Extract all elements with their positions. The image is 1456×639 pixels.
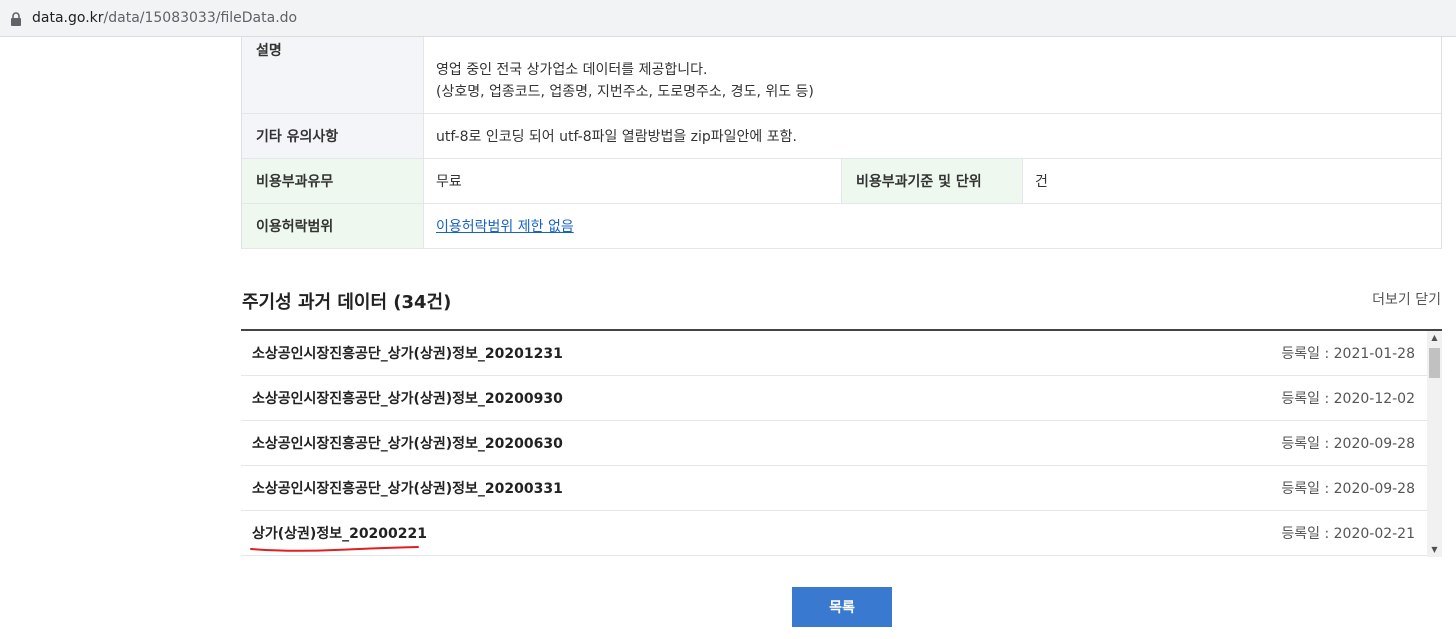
history-item-name[interactable]: 소상공인시장진흥공단_상가(상권)정보_20200930 (252, 388, 563, 408)
meta-row-fee: 비용부과유무 무료 비용부과기준 및 단위 건 (242, 159, 1441, 204)
history-item-name[interactable]: 소상공인시장진흥공단_상가(상권)정보_20200331 (252, 478, 563, 498)
url-path: /data/15083033/fileData.do (103, 10, 298, 26)
history-item-name[interactable]: 소상공인시장진흥공단_상가(상권)정보_20200630 (252, 433, 563, 453)
description-line: (상호명, 업종코드, 업종명, 지번주소, 도로명주소, 경도, 위도 등) (436, 84, 814, 100)
history-item-date: 등록일 : 2020-09-28 (1281, 481, 1415, 497)
meta-label-fee-basis: 비용부과기준 및 단위 (842, 159, 1023, 203)
meta-label-license: 이용허락범위 (242, 204, 424, 248)
list-item[interactable]: 상가(상권)정보_20200221 등록일 : 2020-02-21 (241, 511, 1442, 556)
history-item-name-text: 상가(상권)정보_20200221 (252, 526, 428, 542)
history-item-date: 등록일 : 2020-09-28 (1281, 436, 1415, 452)
meta-value-notes: utf-8로 인코딩 되어 utf-8파일 열람방법을 zip파일안에 포함. (436, 129, 797, 145)
meta-value-license: 이용허락범위 제한 없음 (424, 204, 1441, 248)
meta-row-notes: 기타 유의사항 utf-8로 인코딩 되어 utf-8파일 열람방법을 zip파… (242, 114, 1441, 159)
browser-address-bar[interactable]: data.go.kr/data/15083033/fileData.do (0, 0, 1456, 37)
meta-value-fee-basis: 건 (1035, 174, 1048, 190)
description-line: 영업 중인 전국 상가업소 데이터를 제공합니다. (436, 62, 708, 78)
meta-value-description: 영업 중인 전국 상가업소 데이터를 제공합니다. (상호명, 업종코드, 업종… (424, 37, 1441, 113)
history-item-date: 등록일 : 2020-02-21 (1281, 526, 1415, 542)
url-host: data.go.kr (32, 10, 104, 26)
lock-icon (11, 12, 21, 26)
scroll-up-arrow-icon[interactable]: ▲ (1427, 331, 1442, 345)
history-item-name[interactable]: 소상공인시장진흥공단_상가(상권)정보_20201231 (252, 343, 563, 363)
list-item[interactable]: 소상공인시장진흥공단_상가(상권)정보_20200331 등록일 : 2020-… (241, 466, 1442, 511)
list-item[interactable]: 소상공인시장진흥공단_상가(상권)정보_20200630 등록일 : 2020-… (241, 421, 1442, 466)
list-item[interactable]: 소상공인시장진흥공단_상가(상권)정보_20200930 등록일 : 2020-… (241, 376, 1442, 421)
history-item-date: 등록일 : 2020-12-02 (1281, 391, 1415, 407)
list-item[interactable]: 소상공인시장진흥공단_상가(상권)정보_20201231 등록일 : 2021-… (241, 331, 1442, 376)
meta-value-fee: 무료 (424, 159, 842, 203)
list-scrollbar[interactable]: ▲ ▼ (1427, 331, 1442, 557)
meta-row-license: 이용허락범위 이용허락범위 제한 없음 (242, 204, 1441, 249)
meta-label-description: 설명 (242, 37, 424, 113)
periodic-data-list[interactable]: 소상공인시장진흥공단_상가(상권)정보_20201231 등록일 : 2021-… (241, 329, 1442, 557)
meta-label-fee: 비용부과유무 (242, 159, 424, 203)
list-button[interactable]: 목록 (792, 587, 892, 627)
more-close-toggle[interactable]: 더보기 닫기 (1372, 289, 1441, 309)
scroll-down-arrow-icon[interactable]: ▼ (1427, 543, 1442, 557)
url-text[interactable]: data.go.kr/data/15083033/fileData.do (32, 10, 297, 26)
scrollbar-thumb[interactable] (1429, 348, 1440, 378)
meta-row-description: 설명 영업 중인 전국 상가업소 데이터를 제공합니다. (상호명, 업종코드,… (242, 37, 1441, 114)
license-link[interactable]: 이용허락범위 제한 없음 (436, 216, 574, 236)
meta-label-notes: 기타 유의사항 (242, 114, 424, 158)
history-item-name[interactable]: 상가(상권)정보_20200221 (250, 523, 428, 552)
red-underline-annotation (250, 546, 419, 552)
periodic-data-title: 주기성 과거 데이터 (34건) (242, 292, 452, 313)
history-item-date: 등록일 : 2021-01-28 (1281, 346, 1415, 362)
dataset-metadata-table: 설명 영업 중인 전국 상가업소 데이터를 제공합니다. (상호명, 업종코드,… (241, 37, 1442, 249)
